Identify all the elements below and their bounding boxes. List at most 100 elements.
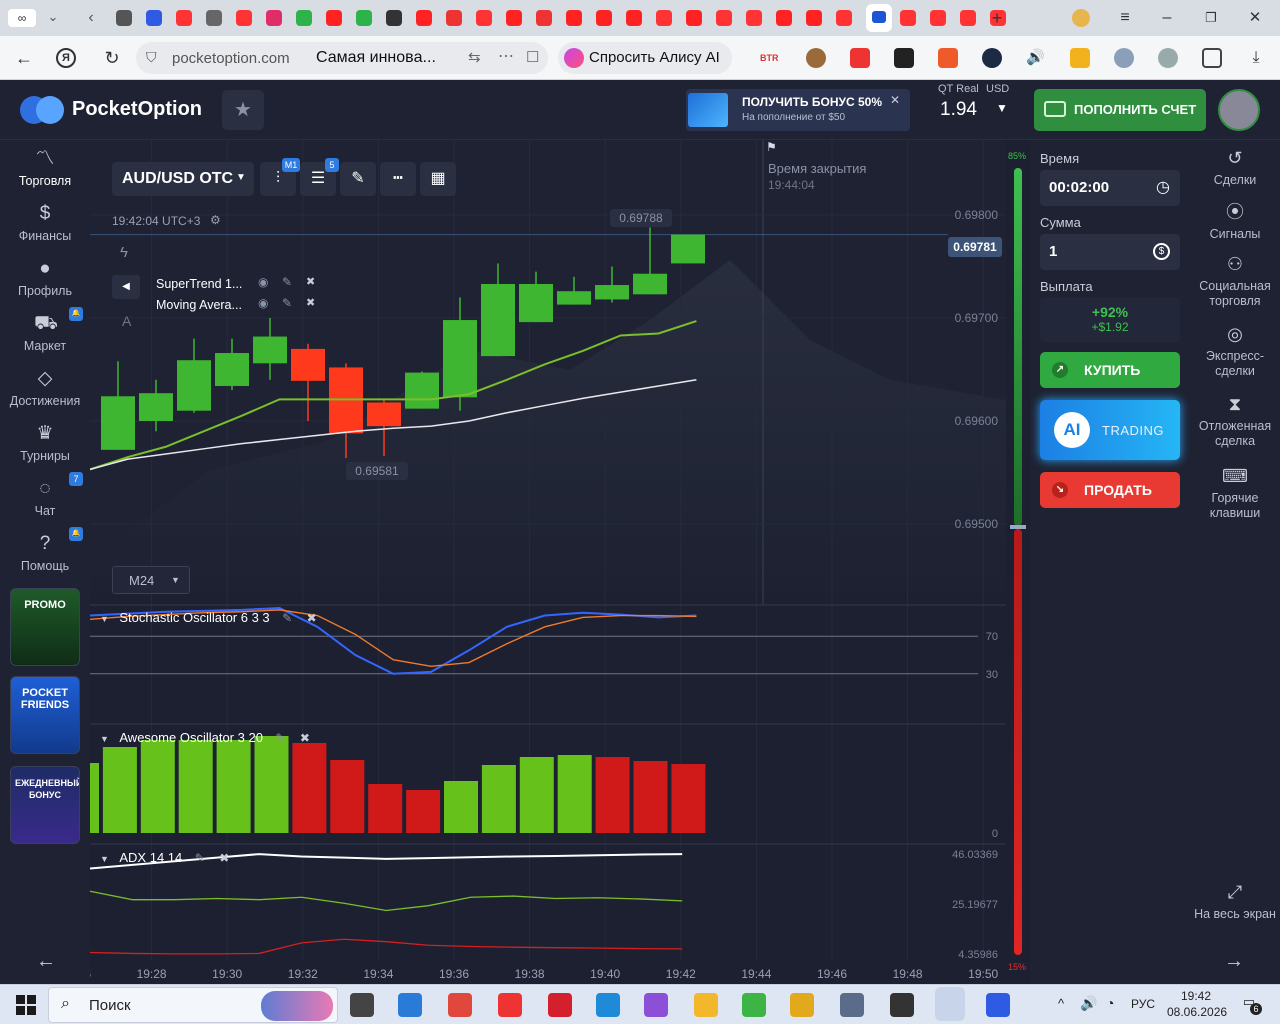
new-tab-button[interactable]: +: [988, 9, 1006, 27]
chevron-down-icon[interactable]: ⌄: [44, 9, 62, 27]
nav-item-0[interactable]: 〽 Торговля: [0, 148, 90, 188]
edit-pencil-icon[interactable]: ✎: [282, 296, 292, 310]
colors-app-icon[interactable]: [644, 993, 668, 1017]
extension-sound-icon[interactable]: 🔊: [1026, 48, 1046, 68]
extension-red-icon[interactable]: [850, 48, 870, 68]
extension-pdf-icon[interactable]: [938, 48, 958, 68]
clock-time[interactable]: 19:42: [1181, 989, 1211, 1003]
logo-text[interactable]: PocketOption: [72, 98, 202, 121]
nav-item-1[interactable]: $ Финансы: [0, 203, 90, 243]
browser-tab-19-icon[interactable]: [656, 10, 672, 26]
browser-tab-9-icon[interactable]: [356, 10, 372, 26]
collapse-icon[interactable]: ▼: [100, 734, 109, 744]
edit-pencil-icon[interactable]: ✎: [195, 851, 205, 865]
bonus-banner[interactable]: ПОЛУЧИТЬ БОНУС 50% На пополнение от $50 …: [686, 89, 910, 131]
browser-tab-6-icon[interactable]: [266, 10, 282, 26]
extension-r-icon[interactable]: [982, 48, 1002, 68]
browser-tab-11-icon[interactable]: [416, 10, 432, 26]
buy-button[interactable]: ↗ КУПИТЬ: [1040, 352, 1180, 388]
close-window-button[interactable]: ✕: [1246, 9, 1264, 27]
browser-tab-10-icon[interactable]: [386, 10, 402, 26]
browser-tab-22-icon[interactable]: [746, 10, 762, 26]
browser-tab-1-icon[interactable]: [116, 10, 132, 26]
currency-dollar-icon[interactable]: $: [1153, 243, 1170, 260]
right-nav-item-0[interactable]: ↺ Сделки: [1190, 148, 1280, 188]
browser-tab-24-icon[interactable]: [806, 10, 822, 26]
photos-icon[interactable]: [840, 993, 864, 1017]
draw-brush-icon[interactable]: ✎: [340, 162, 376, 196]
asset-selector[interactable]: AUD/USD OTC ▼: [112, 162, 254, 196]
deposit-button[interactable]: ПОПОЛНИТЬ СЧЕТ: [1034, 89, 1206, 131]
eye-icon[interactable]: ◉: [258, 296, 268, 310]
extension-globe-icon[interactable]: [1158, 48, 1178, 68]
right-nav-item-2[interactable]: ⚇ Социальная торговля: [1190, 254, 1280, 309]
browser-tab-8-icon[interactable]: [326, 10, 342, 26]
favorites-star-icon[interactable]: ★: [222, 90, 264, 130]
edge-icon[interactable]: [596, 993, 620, 1017]
browser-tab-28-icon[interactable]: [960, 10, 976, 26]
settings-gear-icon[interactable]: ⚙: [210, 213, 221, 227]
chevron-down-icon[interactable]: ▼: [996, 101, 1008, 115]
browser-tab-16-icon[interactable]: [566, 10, 582, 26]
yandex-browser-icon[interactable]: [498, 993, 522, 1017]
tab-groups-icon[interactable]: ∞: [8, 9, 36, 27]
promo-promo-card[interactable]: PROMO: [10, 588, 80, 666]
wifi-icon[interactable]: ◔: [1106, 995, 1114, 1011]
close-icon[interactable]: ✖: [300, 731, 310, 745]
volume-icon[interactable]: 🔊: [1080, 995, 1097, 1012]
edit-pencil-icon[interactable]: ✎: [282, 611, 292, 625]
right-nav-item-3[interactable]: ◎ Экспресс-сделки: [1190, 324, 1280, 379]
file-explorer-icon[interactable]: [694, 993, 718, 1017]
browser-tab-2-icon[interactable]: [146, 10, 162, 26]
alisa-button[interactable]: Спросить Алису AI: [558, 42, 732, 74]
translate-icon[interactable]: ⇆: [468, 48, 481, 66]
extension-puzzle-icon[interactable]: [1202, 48, 1222, 68]
browser-tab-26-icon[interactable]: [900, 10, 916, 26]
collapse-arrow-icon[interactable]: ←: [36, 950, 56, 973]
more-icon[interactable]: ⋯: [498, 46, 514, 66]
collapse-indicators-icon[interactable]: ◀: [112, 275, 140, 299]
chrome-icon[interactable]: [448, 993, 472, 1017]
menu-icon[interactable]: ≡: [1116, 9, 1134, 27]
mail-icon[interactable]: [398, 993, 422, 1017]
nav-item-6[interactable]: ◌ Чат 7: [0, 472, 90, 518]
close-icon[interactable]: ✕: [890, 93, 900, 107]
right-nav-item-5[interactable]: ⌨ Горячие клавиши: [1190, 466, 1280, 521]
time-field[interactable]: 00:02:00 ◷: [1040, 170, 1180, 206]
chart-area[interactable]: 0.69800 0.69700 0.69600 0.69500 70 30 0 46.0…: [90, 140, 1006, 984]
layout-grid-icon[interactable]: ▦: [420, 162, 456, 196]
expand-arrow-icon[interactable]: →: [1224, 950, 1244, 973]
avatar[interactable]: [1218, 89, 1260, 131]
extension-dark-icon[interactable]: [894, 48, 914, 68]
browser-tab-20-icon[interactable]: [686, 10, 702, 26]
account-type[interactable]: QT Real: [938, 83, 979, 95]
ai-trading-button[interactable]: AI TRADING: [1040, 400, 1180, 460]
opera-icon[interactable]: [548, 993, 572, 1017]
back-tabs-icon[interactable]: ‹: [82, 9, 100, 27]
extension-btr-icon[interactable]: BTR: [760, 48, 780, 68]
edit-pencil-icon[interactable]: ✎: [275, 731, 285, 745]
collapse-icon[interactable]: ▼: [100, 614, 109, 624]
pocketoption-logo-icon[interactable]: [20, 96, 66, 124]
downloads-icon[interactable]: ⤓: [1246, 48, 1266, 68]
close-icon[interactable]: ✖: [306, 296, 315, 309]
browser-tab-18-icon[interactable]: [626, 10, 642, 26]
minimize-button[interactable]: –: [1158, 9, 1176, 27]
terminal-icon[interactable]: [890, 993, 914, 1017]
profile-avatar[interactable]: [1072, 9, 1090, 27]
plus-app-icon[interactable]: [742, 993, 766, 1017]
promo-daily-card[interactable]: ЕЖЕДНЕВНЫЙ БОНУС: [10, 766, 80, 844]
browser-tab-5-icon[interactable]: [236, 10, 252, 26]
browser-tab-3-icon[interactable]: [176, 10, 192, 26]
extension-cookie-icon[interactable]: [806, 48, 826, 68]
browser-tab-7-icon[interactable]: [296, 10, 312, 26]
url-box[interactable]: ⛉ pocketoption.com Самая инновa... ⇆ ⋯ ☐: [136, 42, 548, 74]
lightning-icon[interactable]: ϟ: [120, 244, 128, 261]
remote-app-icon[interactable]: [986, 993, 1010, 1017]
browser-tab-27-icon[interactable]: [930, 10, 946, 26]
right-nav-item-4[interactable]: ⧗ Отложенная сделка: [1190, 394, 1280, 449]
back-arrow-icon[interactable]: ←: [12, 46, 36, 70]
extension-shield-icon[interactable]: [1070, 48, 1090, 68]
bookmark-icon[interactable]: ☐: [526, 48, 539, 66]
nav-item-5[interactable]: ♛ Турниры: [0, 423, 90, 463]
